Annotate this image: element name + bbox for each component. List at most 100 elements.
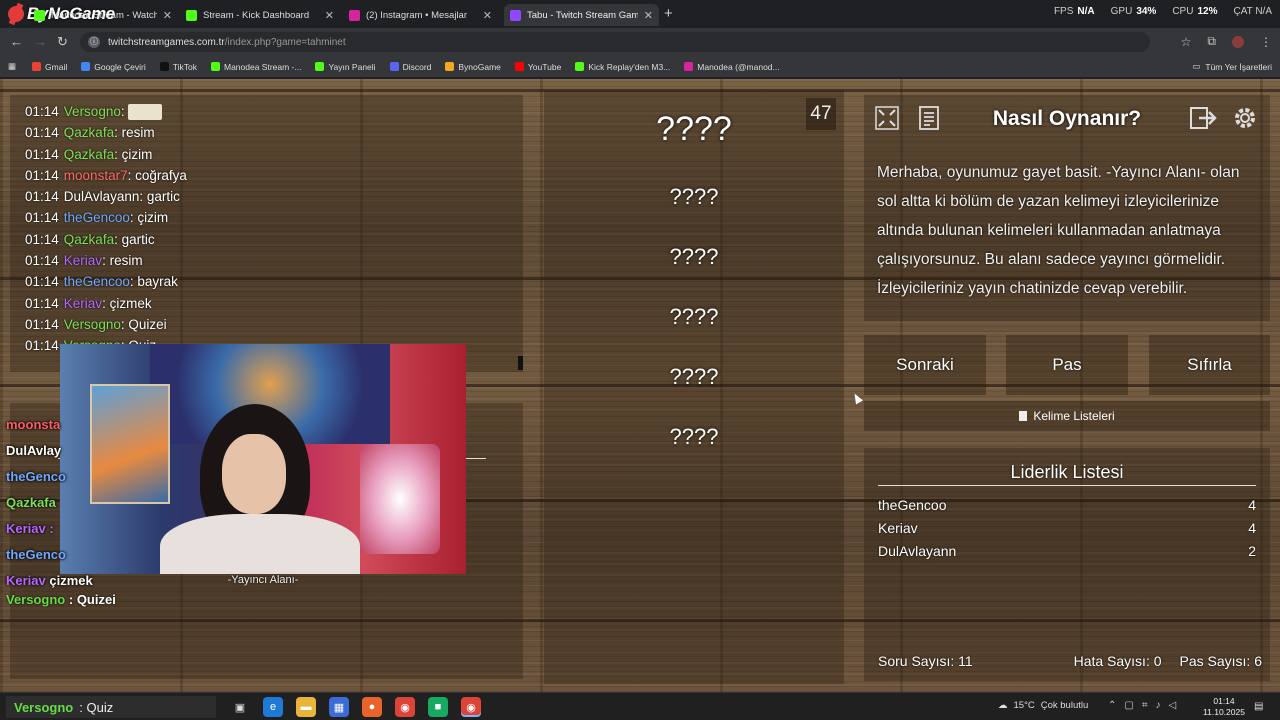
bookmark-item[interactable]: TikTok xyxy=(159,61,197,72)
store-icon[interactable]: ▦ xyxy=(329,697,349,717)
tray-app-icon[interactable]: ▢ xyxy=(1124,700,1133,711)
chat-text: Quizei xyxy=(128,316,167,332)
tab-favicon-icon xyxy=(349,9,360,21)
overlay-chat-line: theGenco xyxy=(6,542,93,568)
tab-title: Tabu - Twitch Stream Game xyxy=(527,9,638,21)
exit-icon[interactable] xyxy=(1188,103,1218,133)
back-arrow-icon[interactable]: ← xyxy=(10,34,23,49)
word-column: 47 ???????????????????????? xyxy=(544,90,844,684)
lamp xyxy=(360,444,440,554)
apps-grid-icon[interactable]: ▦ xyxy=(8,61,16,72)
hidden-word: ???? xyxy=(669,304,719,329)
browser-tab[interactable]: Manodea Stream - Watch Live ✕ xyxy=(28,4,178,26)
mouse-cursor-icon xyxy=(851,391,863,405)
taskbar-clock[interactable]: 01:14 11.10.2025 xyxy=(1200,696,1248,718)
pass-button[interactable]: Pas xyxy=(1006,335,1128,395)
browser-tab[interactable]: (2) Instagram • Mesajlar ✕ xyxy=(343,4,498,26)
extensions-icon[interactable]: ⧉ xyxy=(1207,34,1216,49)
chat-timestamp: 01:14 xyxy=(25,167,59,183)
word-lists-button[interactable]: Kelime Listeleri xyxy=(864,401,1270,431)
network-icon[interactable]: ⌗ xyxy=(1142,700,1148,711)
chrome-active-icon[interactable]: ◉ xyxy=(461,697,481,717)
leaderboard-name: theGencoo xyxy=(878,497,947,513)
leaderboard-score: 2 xyxy=(1248,543,1256,559)
close-icon[interactable]: ✕ xyxy=(325,9,334,22)
chrome-icon[interactable]: ◉ xyxy=(395,697,415,717)
bookmark-item[interactable]: Manodea Stream -... xyxy=(210,62,301,72)
chat-text: çizim xyxy=(137,210,169,226)
chat-text: bayrak xyxy=(137,274,178,290)
browser-menu-icon[interactable]: ⋮ xyxy=(1260,35,1272,49)
bookmark-favicon-icon xyxy=(32,62,42,71)
edge-icon[interactable]: e xyxy=(263,697,283,717)
close-icon[interactable]: ✕ xyxy=(644,9,653,22)
chat-text: gartic xyxy=(146,189,180,205)
chat-username: Keriav xyxy=(63,295,103,311)
chat-message: 01:14 Keriav: resim xyxy=(25,253,143,269)
reset-button[interactable]: Sıfırla xyxy=(1149,335,1270,395)
bookmark-item[interactable]: Kick Replay'den M3... xyxy=(575,62,670,72)
webcam-feed xyxy=(60,344,466,574)
chat-username: Qazkafa xyxy=(63,146,115,162)
leaderboard-name: DulAvlayann xyxy=(878,543,957,559)
bookmark-item[interactable]: Gmail xyxy=(32,62,67,72)
file-explorer-icon[interactable]: ▬ xyxy=(296,697,316,717)
pass-count: Pas Sayısı: 6 xyxy=(1179,653,1262,669)
overlay-chat-name: theGenco xyxy=(6,469,66,484)
bookmark-star-icon[interactable]: ☆ xyxy=(1181,35,1192,49)
new-tab-button[interactable]: + xyxy=(664,5,673,22)
bookmark-item[interactable]: YouTube xyxy=(514,62,561,72)
firefox-icon[interactable]: ● xyxy=(362,697,382,717)
chat-message: 01:14 Qazkafa: gartic xyxy=(25,231,155,247)
volume-icon[interactable]: ◁ xyxy=(1168,700,1176,711)
microphone-icon[interactable]: ♪ xyxy=(1155,700,1160,711)
app-icon[interactable]: ■ xyxy=(428,697,448,717)
settings-gear-icon[interactable] xyxy=(1230,103,1260,133)
weather-widget[interactable]: ☁ 15°C Çok bulutlu xyxy=(998,700,1088,711)
close-icon[interactable]: ✕ xyxy=(483,9,492,22)
tab-favicon-icon xyxy=(510,9,521,21)
overlay-chat-name: moonsta xyxy=(6,417,61,432)
notification-icon[interactable]: ▤ xyxy=(1254,701,1263,712)
bookmark-favicon-icon xyxy=(159,62,169,71)
overlay-chat-last: Versogno : Quizei xyxy=(6,592,116,607)
bookmark-item[interactable]: BynoGame xyxy=(445,62,501,72)
bookmark-item[interactable]: Yayın Paneli xyxy=(315,62,376,72)
url-field[interactable]: ⓘ twitchstreamgames.com.tr/index.php?gam… xyxy=(80,32,1150,52)
leaderboard-row: Keriav 4 xyxy=(878,520,1256,536)
bynogame-logo-icon xyxy=(8,6,24,22)
chat-scrollbar[interactable] xyxy=(518,356,523,370)
browser-tab[interactable]: Tabu - Twitch Stream Game ✕ xyxy=(504,4,659,26)
bookmark-item[interactable]: Manodea (@manod... xyxy=(684,62,780,72)
bookmark-label: Gmail xyxy=(45,61,68,72)
chat-timestamp: 01:14 xyxy=(25,295,59,311)
leaderboard-score: 4 xyxy=(1248,497,1256,513)
forward-arrow-icon[interactable]: → xyxy=(34,34,47,49)
chevron-up-icon[interactable]: ⌃ xyxy=(1108,700,1116,711)
reload-icon[interactable]: ↻ xyxy=(57,34,68,50)
leaderboard-name: Keriav xyxy=(878,520,918,536)
chat-message: 01:14 moonstar7: coğrafya xyxy=(25,167,187,183)
site-info-icon[interactable]: ⓘ xyxy=(88,36,100,48)
next-button[interactable]: Sonraki xyxy=(864,335,986,395)
profile-avatar[interactable] xyxy=(1232,35,1244,48)
fps-stat: FPS N/A xyxy=(1053,6,1095,17)
error-count: Hata Sayısı: 0 xyxy=(1073,653,1162,669)
bookmark-favicon-icon xyxy=(514,62,524,71)
overlay-chat-name: Keriav : xyxy=(6,521,54,536)
overlay-chat-line: theGenco xyxy=(6,464,93,490)
bookmark-item[interactable]: Google Çeviri xyxy=(81,62,146,72)
bookmark-item[interactable]: Discord xyxy=(389,62,431,72)
chat-text: çizmek xyxy=(109,295,152,311)
browser-tab[interactable]: Stream - Kick Dashboard ✕ xyxy=(180,4,340,26)
chat-timestamp: 01:14 xyxy=(25,274,59,290)
bookmark-label: Google Çeviri xyxy=(94,61,146,72)
bookmark-label: TikTok xyxy=(172,61,197,72)
overlay-chat-line: Qazkafa xyxy=(6,490,93,516)
leaderboard-row: DulAvlayann 2 xyxy=(878,543,1256,559)
close-icon[interactable]: ✕ xyxy=(163,9,172,22)
task-view-icon[interactable]: ▣ xyxy=(230,697,250,717)
chat-message: 01:14 Qazkafa: resim xyxy=(25,125,155,141)
taskbar-chat-widget: Versogno: Quiz xyxy=(6,696,216,718)
all-bookmarks-button[interactable]: ▭ Tüm Yer İşaretleri xyxy=(1192,61,1272,72)
